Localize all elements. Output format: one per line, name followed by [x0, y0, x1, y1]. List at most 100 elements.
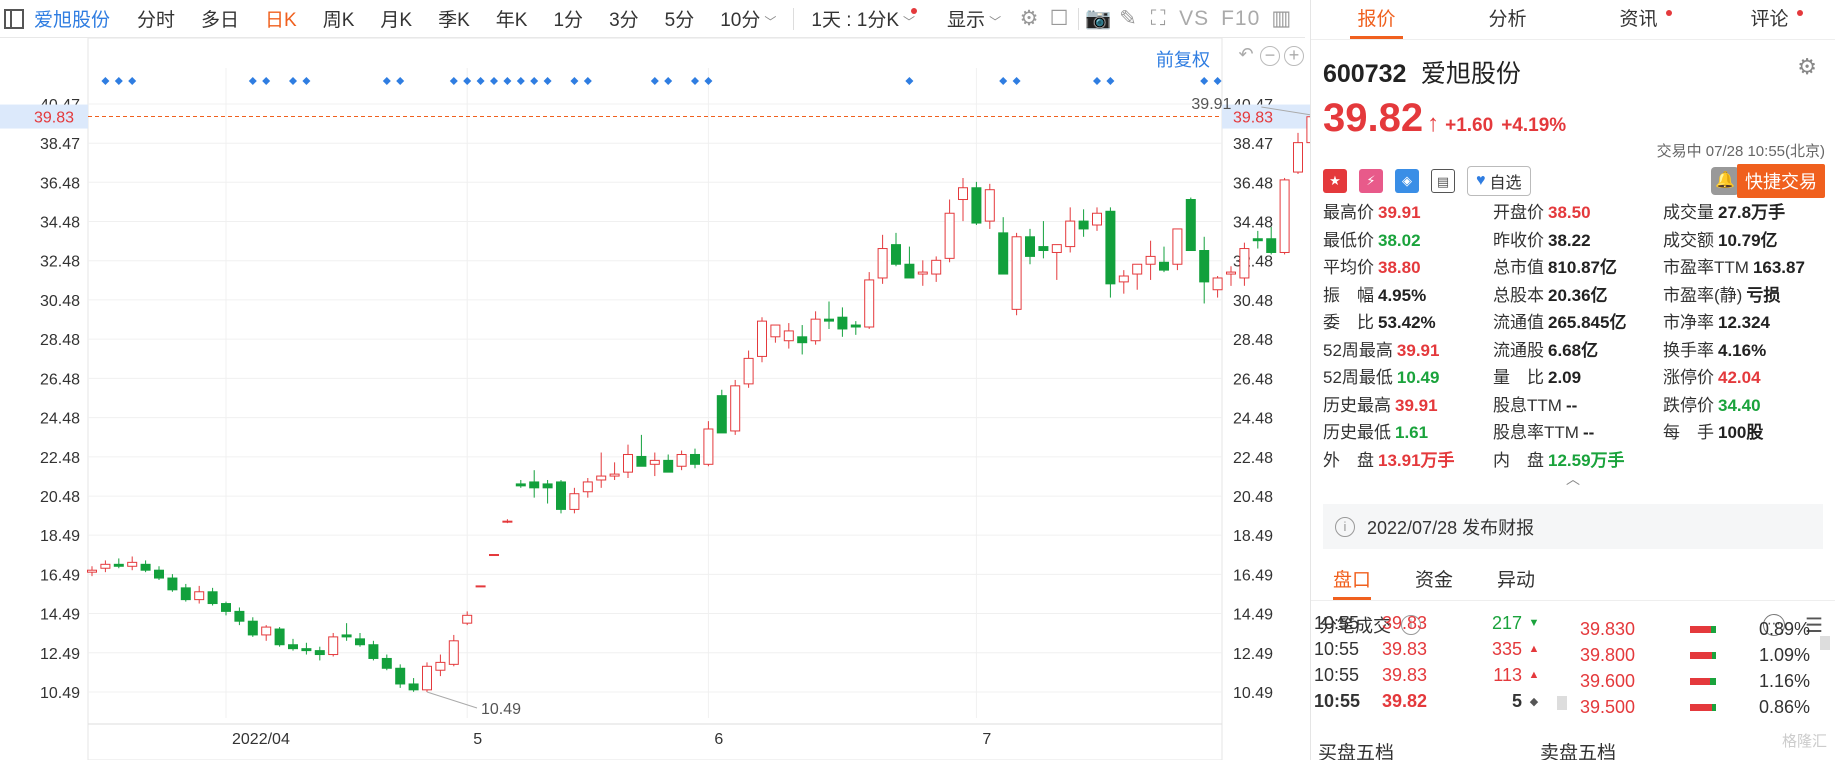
lightning-icon[interactable]: ⚡: [1359, 169, 1383, 193]
chevron-down-icon: ﹀: [764, 15, 777, 29]
settings-gear-icon[interactable]: ⚙: [1014, 4, 1044, 34]
kline-svg[interactable]: 40.4740.4738.4738.4736.4836.4834.4834.48…: [0, 38, 1310, 760]
quote-grid: 最高价 39.91 开盘价 38.50 成交量 27.8万手 最低价 38.02 昨收价 38.2…: [1311, 196, 1835, 474]
panel-toggle-icon[interactable]: ▥: [1266, 4, 1296, 34]
period-tab-fenshi[interactable]: 分时: [124, 5, 188, 32]
tag-icon[interactable]: ◈: [1395, 169, 1419, 193]
candle-body: [730, 385, 741, 432]
quick-trade-button[interactable]: 快捷交易: [1737, 164, 1825, 198]
adjust-type-button[interactable]: 前复权: [1156, 46, 1210, 72]
quote-item: 市盈率TTM 163.87: [1663, 255, 1828, 282]
scrollbar-thumb[interactable]: [1820, 636, 1830, 650]
candle-body: [167, 577, 178, 591]
period-tab-yearly[interactable]: 年K: [483, 5, 541, 32]
quote-item: 成交量 27.8万手: [1663, 200, 1828, 227]
quote-value: 810.87亿: [1548, 258, 1617, 277]
event-marker-icon: [1093, 77, 1101, 85]
zoom-out-icon[interactable]: −: [1260, 46, 1280, 66]
multi-day-select[interactable]: 1天 : 1分K ﹀: [798, 5, 934, 32]
quote-label: 股息TTM: [1493, 395, 1562, 415]
candle-body: [609, 473, 620, 477]
undo-icon[interactable]: ↶: [1236, 45, 1256, 66]
tab-comments[interactable]: 评论: [1704, 0, 1835, 39]
fullscreen-icon[interactable]: ⛶: [1143, 4, 1173, 34]
quote-item: 委 比 53.42%: [1323, 310, 1493, 337]
level-bar: [1690, 625, 1716, 633]
square-select-icon[interactable]: ☐: [1044, 4, 1074, 34]
f10-button[interactable]: F10: [1215, 7, 1266, 31]
event-marker-icon: [289, 77, 297, 85]
quote-label: 平均价: [1323, 258, 1374, 277]
period-tab-1min[interactable]: 1分: [540, 5, 596, 32]
sidebar-toggle-icon[interactable]: [4, 8, 24, 29]
period-tab-weekly[interactable]: 周K: [310, 5, 368, 32]
tab-quote[interactable]: 报价: [1311, 0, 1442, 39]
notebook-icon[interactable]: ▤: [1431, 169, 1455, 193]
x-tick-label: 2022/04: [232, 731, 290, 748]
scrollbar-thumb[interactable]: [1557, 696, 1567, 710]
y-tick-label-left: 32.48: [40, 254, 80, 271]
event-marker-icon: [503, 77, 512, 85]
quote-item: 最低价 38.02: [1323, 228, 1493, 255]
app-window: 爱旭股份 分时 多日 日K 周K 月K 季K 年K 1分 3分 5分 10分 ﹀ …: [0, 0, 1835, 760]
period-tab-multiday[interactable]: 多日: [188, 5, 252, 32]
report-notice[interactable]: i 2022/07/28 发布财报: [1323, 504, 1823, 549]
candle-body: [435, 661, 446, 671]
level-pct: 1.09%: [1758, 644, 1810, 665]
display-select[interactable]: 显示 ﹀: [934, 5, 1014, 32]
vs-compare-button[interactable]: VS: [1173, 7, 1215, 31]
stock-name-link[interactable]: 爱旭股份: [34, 5, 110, 32]
tab-news[interactable]: 资讯: [1573, 0, 1704, 39]
quote-label: 跌停价: [1663, 395, 1714, 415]
candle-body: [274, 628, 285, 646]
subtab-capital[interactable]: 资金: [1393, 561, 1475, 600]
quote-value: 1.61: [1395, 423, 1429, 442]
trade-volume: 5: [1511, 690, 1522, 711]
candle-body: [596, 475, 607, 481]
candle-body: [154, 569, 164, 579]
quote-label: 换手率: [1663, 340, 1714, 360]
add-favorite-button[interactable]: ♥ 自选: [1467, 166, 1531, 196]
quote-item: 开盘价 38.50: [1493, 200, 1663, 227]
kline-chart[interactable]: 40.4740.4738.4738.4736.4836.4834.4834.48…: [0, 38, 1310, 760]
period-tab-quarterly[interactable]: 季K: [425, 5, 483, 32]
candle-body: [1092, 212, 1102, 226]
event-marker-icon: [1106, 77, 1115, 85]
period-tab-daily[interactable]: 日K: [252, 5, 310, 32]
x-tick-label: 5: [473, 731, 482, 748]
pencil-icon[interactable]: ✎: [1113, 4, 1143, 34]
subtab-orderbook[interactable]: 盘口: [1311, 561, 1393, 600]
notification-dot: [1796, 10, 1803, 16]
quote-label: 涨停价: [1663, 368, 1714, 387]
collapse-caret-icon[interactable]: ︿: [1311, 472, 1835, 488]
camera-icon[interactable]: 📷: [1083, 4, 1113, 34]
candle-body: [1279, 179, 1290, 253]
candle-body: [314, 650, 325, 656]
plot-frame: [87, 38, 1223, 760]
tab-analysis[interactable]: 分析: [1442, 0, 1573, 39]
candle-body: [582, 481, 593, 493]
settings-gear-icon[interactable]: ⚙: [1797, 54, 1817, 80]
quote-item: 流通股 6.68亿: [1493, 338, 1663, 365]
event-marker-icon: [691, 77, 699, 85]
trades-list[interactable]: 10:55 39.83 217 ▼ 10:55 39.83 335 ▲ 10:55 39.83 11…: [1310, 614, 1835, 734]
candle-body: [663, 459, 674, 473]
period-tab-monthly[interactable]: 月K: [367, 5, 425, 32]
quote-value: 亏损: [1746, 285, 1781, 305]
y-tick-label-left: 22.48: [40, 450, 80, 467]
subtab-movement[interactable]: 异动: [1475, 561, 1557, 600]
period-tab-10min[interactable]: 10分 ﹀: [707, 5, 789, 32]
bell-icon[interactable]: 🔔: [1711, 167, 1739, 195]
panel-tabs: 报价 分析 资讯 评论: [1311, 0, 1835, 40]
period-tab-3min[interactable]: 3分: [596, 5, 652, 32]
candle-body: [341, 634, 352, 638]
event-marker-icon: [530, 77, 539, 85]
china-flag-icon[interactable]: ★: [1323, 169, 1347, 193]
period-tab-5min[interactable]: 5分: [652, 5, 708, 32]
y-tick-label-right: 32.48: [1233, 254, 1273, 271]
y-tick-label-right: 16.49: [1233, 567, 1273, 584]
candle-body: [1252, 238, 1263, 242]
zoom-in-icon[interactable]: +: [1284, 46, 1304, 66]
up-arrow-icon: ↑: [1427, 110, 1440, 137]
candle-body: [140, 563, 151, 571]
